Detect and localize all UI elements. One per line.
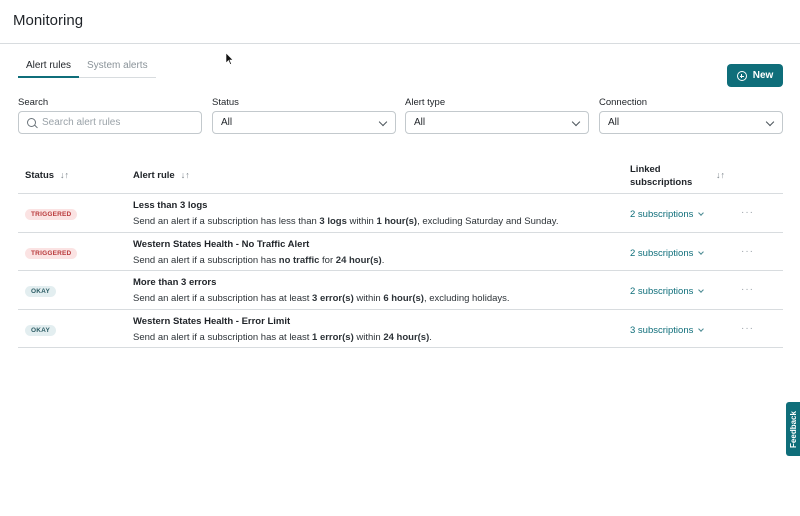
feedback-button[interactable]: Feedback — [786, 402, 800, 456]
connection-select-value: All — [608, 117, 620, 128]
feedback-label: Feedback — [788, 410, 798, 448]
more-actions-icon[interactable]: ··· — [741, 207, 754, 218]
tab-alert-rules[interactable]: Alert rules — [18, 56, 80, 78]
linked-subscriptions-column-header[interactable]: Linked subscriptions — [630, 163, 692, 189]
alert-rule-column-header[interactable]: Alert rule ↓↑ — [133, 170, 190, 181]
chevron-down-icon — [698, 248, 705, 255]
connection-filter: Connection All — [599, 97, 783, 134]
alert-rule-header-label: Alert rule — [133, 170, 175, 181]
chevron-down-icon — [698, 210, 705, 216]
page-title: Monitoring — [13, 12, 84, 29]
alert-type-select-value: All — [414, 117, 426, 128]
search-label: Search — [18, 97, 49, 108]
rule-name: Western States Health - Error Limit — [133, 315, 291, 327]
search-icon — [27, 118, 36, 127]
chevron-down-icon — [378, 117, 388, 127]
search-placeholder: Search alert rules — [42, 117, 121, 128]
status-badge: OKAY — [25, 286, 56, 298]
rule-description: Send an alert if a subscription has less… — [133, 216, 559, 227]
status-header-label: Status — [25, 170, 55, 181]
sort-icon[interactable]: ↓↑ — [716, 170, 725, 180]
status-filter-label: Status — [212, 97, 239, 108]
tab-system-alerts[interactable]: System alerts — [79, 56, 156, 77]
status-select-value: All — [221, 117, 233, 128]
status-badge: OKAY — [25, 324, 56, 336]
alert-type-filter: Alert type All — [405, 97, 589, 134]
linked-subscriptions-toggle[interactable]: 2 subscriptions — [630, 286, 705, 297]
table-header: Status ↓↑ Alert rule ↓↑ Linked subscriptio… — [18, 155, 783, 194]
sort-icon[interactable]: ↓↑ — [181, 170, 190, 180]
rule-name: More than 3 errors — [133, 277, 217, 289]
rule-name: Less than 3 logs — [133, 200, 208, 211]
table-row[interactable]: OKAY More than 3 errors Send an alert if… — [18, 271, 783, 310]
status-column-header[interactable]: Status ↓↑ — [25, 170, 69, 181]
linked-subscriptions-toggle[interactable]: 2 subscriptions — [630, 248, 705, 259]
rule-description: Send an alert if a subscription has at l… — [133, 331, 432, 343]
more-actions-icon[interactable]: ··· — [741, 246, 754, 257]
app-header: Monitoring — [0, 0, 800, 44]
connection-label: Connection — [599, 97, 648, 108]
new-button-label: New — [752, 70, 774, 81]
search-filter: Search Search alert rules — [18, 97, 202, 134]
mouse-cursor-icon — [226, 53, 234, 65]
rule-description: Send an alert if a subscription has no t… — [133, 254, 385, 266]
table-row[interactable]: TRIGGERED Less than 3 logs Send an alert… — [18, 194, 783, 233]
rule-name: Western States Health - No Traffic Alert — [133, 238, 310, 250]
alert-type-select[interactable]: All — [405, 111, 589, 134]
more-actions-icon[interactable]: ··· — [741, 284, 754, 295]
chevron-down-icon — [698, 287, 705, 294]
status-badge: TRIGGERED — [25, 247, 78, 259]
table-row[interactable]: TRIGGERED Western States Health - No Tra… — [18, 233, 783, 272]
new-button[interactable]: New — [727, 64, 783, 87]
search-input[interactable]: Search alert rules — [18, 111, 202, 134]
table-row[interactable]: OKAY Western States Health - Error Limit… — [18, 310, 783, 349]
tab-bar: Alert rules System alerts — [18, 56, 156, 78]
status-badge: TRIGGERED — [25, 209, 78, 220]
chevron-down-icon — [765, 117, 775, 127]
plus-circle-icon — [736, 70, 747, 81]
status-filter: Status All — [212, 97, 396, 134]
alert-type-label: Alert type — [405, 97, 446, 108]
sort-icon[interactable]: ↓↑ — [60, 170, 69, 180]
linked-header-line1: Linked — [630, 164, 661, 175]
status-select[interactable]: All — [212, 111, 396, 134]
chevron-down-icon — [698, 325, 705, 332]
chevron-down-icon — [571, 117, 581, 127]
rule-description: Send an alert if a subscription has at l… — [133, 293, 510, 305]
linked-subscriptions-toggle[interactable]: 3 subscriptions — [630, 325, 705, 336]
linked-subscriptions-toggle[interactable]: 2 subscriptions — [630, 209, 705, 220]
linked-header-line2: subscriptions — [630, 177, 693, 188]
more-actions-icon[interactable]: ··· — [741, 323, 754, 334]
connection-select[interactable]: All — [599, 111, 783, 134]
alert-rules-table: Status ↓↑ Alert rule ↓↑ Linked subscriptio… — [18, 155, 783, 349]
